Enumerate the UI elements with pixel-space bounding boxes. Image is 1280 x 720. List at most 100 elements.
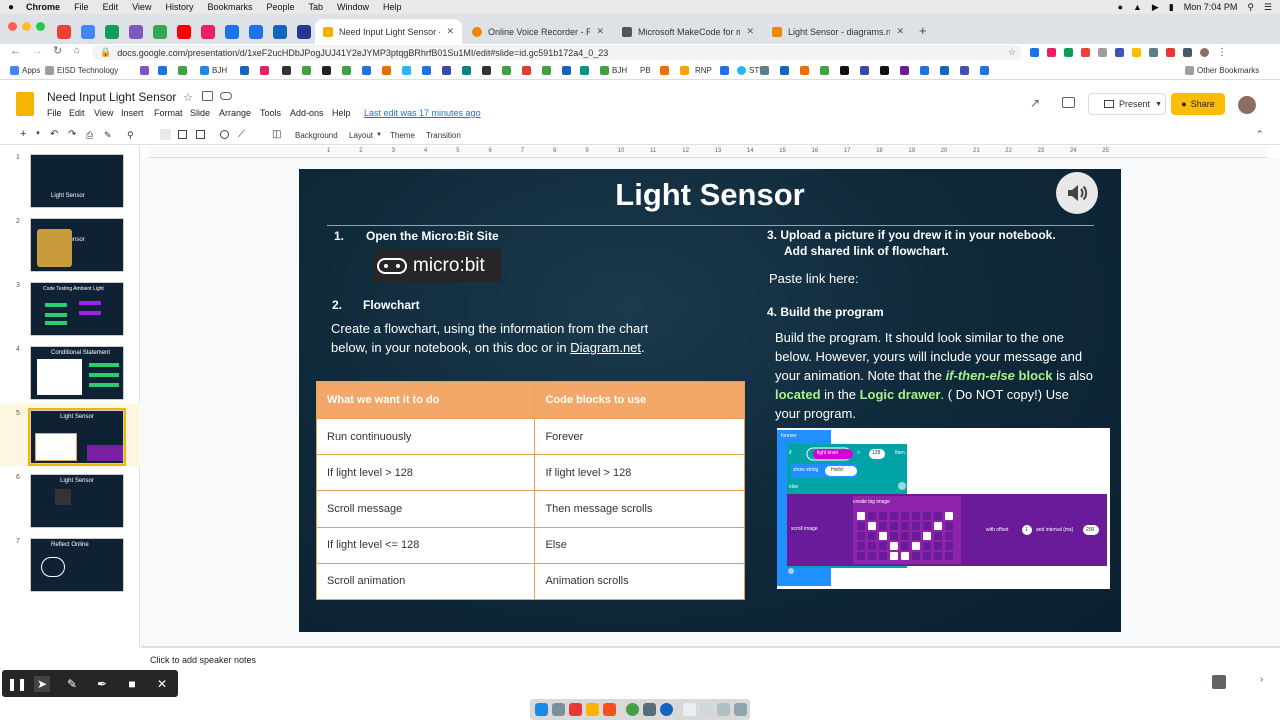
undo-icon[interactable]: ↶ [50, 129, 58, 140]
bookmark-site[interactable] [800, 66, 809, 75]
redo-icon[interactable]: ↷ [68, 129, 76, 140]
clock[interactable]: Mon 7:04 PM [1184, 2, 1238, 12]
bookmark-site[interactable] [820, 66, 829, 75]
tab-makecode[interactable]: Microsoft MakeCode for micro: ✕ [614, 19, 762, 44]
bookmark-site[interactable] [580, 66, 589, 75]
step-3-subheading[interactable]: Add shared link of flowchart. [784, 244, 949, 258]
launchpad-icon[interactable] [552, 703, 565, 716]
extension-icon[interactable] [1098, 48, 1107, 57]
speaker-notes[interactable]: Click to add speaker notes [141, 648, 1280, 670]
bookmark-bjh[interactable]: BJH [200, 66, 227, 75]
transition-button[interactable]: Transition [426, 131, 461, 140]
menu-history[interactable]: History [165, 2, 193, 12]
bookmark-other[interactable]: Other Bookmarks [1185, 66, 1259, 75]
comment-add-icon[interactable]: ◫ [272, 129, 281, 140]
table-cell[interactable]: Forever [534, 418, 745, 456]
step-1-heading[interactable]: Open the Micro:Bit Site [366, 229, 499, 243]
bookmark-site[interactable] [382, 66, 391, 75]
extension-icon[interactable] [1115, 48, 1124, 57]
share-button[interactable]: ● Share [1171, 93, 1225, 115]
bookmark-site[interactable] [178, 66, 187, 75]
microbit-logo[interactable]: micro:bit [373, 249, 501, 282]
photos-icon[interactable] [586, 703, 599, 716]
reload-icon[interactable]: ↻ [53, 44, 62, 57]
cloud-status-icon[interactable] [220, 92, 232, 100]
table-cell[interactable]: Run continuously [315, 418, 536, 456]
bookmark-site[interactable] [362, 66, 371, 75]
pinned-tab-gmail[interactable] [57, 25, 71, 39]
finder-icon[interactable] [535, 703, 548, 716]
bookmark-site[interactable] [462, 66, 471, 75]
bookmark-site[interactable] [860, 66, 869, 75]
move-folder-icon[interactable] [202, 91, 213, 101]
table-header[interactable]: What we want it to do [315, 380, 536, 420]
bookmark-site[interactable] [680, 66, 689, 75]
slide-thumbnail[interactable]: Code Testing Ambient Light [30, 282, 124, 336]
highlighter-icon[interactable]: ✒ [94, 676, 110, 692]
bookmark-site[interactable] [260, 66, 269, 75]
maximize-window-button[interactable] [36, 22, 45, 31]
bookmark-site[interactable] [302, 66, 311, 75]
folder-icon[interactable] [683, 703, 696, 716]
bookmark-pb[interactable]: PB [640, 66, 651, 75]
background-button[interactable]: Background [295, 131, 338, 140]
slide-thumbnail[interactable]: Reflect Online [30, 538, 124, 592]
pinned-tab-site3[interactable] [249, 25, 263, 39]
layout-button[interactable]: Layout [349, 131, 373, 140]
bookmark-site[interactable] [660, 66, 669, 75]
chevron-down-icon[interactable]: ▼ [376, 132, 382, 138]
bookmark-site[interactable] [940, 66, 949, 75]
pinned-tab-site[interactable] [201, 25, 215, 39]
print-icon[interactable]: ⎙ [86, 130, 93, 141]
pause-icon[interactable]: ❚❚ [7, 676, 27, 692]
bookmark-site[interactable] [422, 66, 431, 75]
docs-menu-file[interactable]: File [47, 108, 62, 118]
slides-logo-icon[interactable] [16, 92, 34, 116]
bookmark-site[interactable] [920, 66, 929, 75]
bookmark-site[interactable] [542, 66, 551, 75]
image-icon[interactable] [196, 130, 205, 139]
close-icon[interactable]: ✕ [596, 26, 604, 37]
zoom-icon[interactable]: ⚲ [127, 130, 134, 141]
table-cell[interactable]: If light level > 128 [315, 454, 536, 492]
url-bar[interactable]: 🔒 docs.google.com/presentation/d/1xeF2uc… [92, 45, 1022, 60]
bookmark-site[interactable] [402, 66, 411, 75]
table-cell[interactable]: Scroll animation [315, 562, 536, 601]
account-avatar[interactable] [1238, 96, 1256, 114]
bookmark-site[interactable] [282, 66, 291, 75]
slide-thumbnail[interactable]: Light Sensor [30, 218, 124, 272]
docs-menu-edit[interactable]: Edit [69, 108, 85, 118]
paint-format-icon[interactable]: ✎ [104, 130, 112, 141]
bookmark-site[interactable] [760, 66, 769, 75]
pointer-icon[interactable]: ➤ [34, 676, 50, 692]
chevron-down-icon[interactable]: ▼ [1155, 101, 1162, 108]
pinned-tab-classroom[interactable] [129, 25, 143, 39]
menu-tab[interactable]: Tab [309, 2, 324, 12]
pinned-tab-site4[interactable] [273, 25, 287, 39]
docs-menu-arrange[interactable]: Arrange [219, 108, 251, 118]
minimize-window-button[interactable] [22, 22, 31, 31]
slide-thumbnail-selected[interactable]: Light Sensor [28, 408, 126, 466]
flowchart-table[interactable]: What we want it to do Code blocks to use… [315, 380, 745, 601]
pinned-tab-youtube[interactable] [177, 25, 191, 39]
search-icon[interactable]: ⚲ [1247, 2, 1254, 13]
close-icon[interactable]: ✕ [154, 676, 170, 692]
puzzle-icon[interactable] [1183, 48, 1192, 57]
step-4-text[interactable]: Build the program. It should look simila… [775, 328, 1095, 423]
bookmark-site[interactable] [522, 66, 531, 75]
home-icon[interactable]: ⌂ [74, 45, 80, 56]
extension-icon[interactable] [1132, 48, 1141, 57]
star-icon[interactable]: ☆ [1008, 47, 1016, 58]
close-window-button[interactable] [8, 22, 17, 31]
chevron-down-icon[interactable]: ▼ [35, 131, 41, 137]
apple-icon[interactable]: ● [8, 2, 14, 13]
table-cell[interactable]: Then message scrolls [534, 490, 745, 528]
bookmark-site[interactable] [900, 66, 909, 75]
bookmark-site[interactable] [840, 66, 849, 75]
slide[interactable]: Light Sensor 1. Open the Micro:Bit Site … [299, 169, 1121, 632]
table-cell[interactable]: Animation scrolls [534, 562, 745, 601]
bookmark-site[interactable] [482, 66, 491, 75]
extension-icon[interactable] [1030, 48, 1039, 57]
app-icon[interactable] [603, 703, 616, 716]
docs-menu-view[interactable]: View [94, 108, 113, 118]
